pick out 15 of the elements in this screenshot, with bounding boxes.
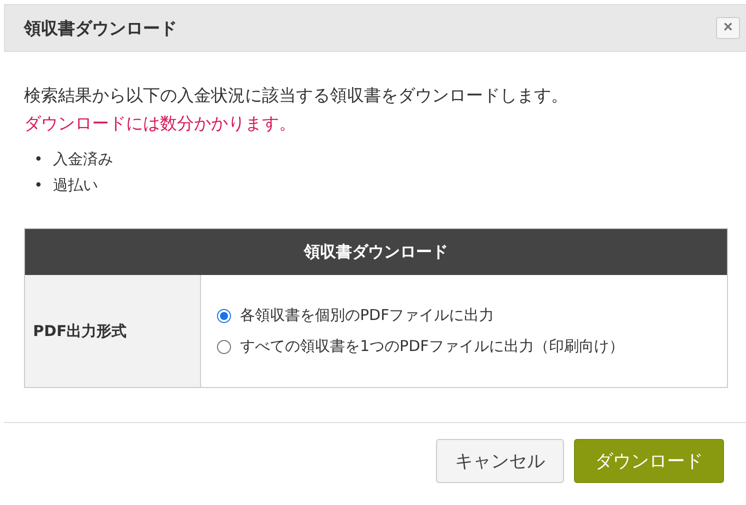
status-item: 入金済み (52, 149, 113, 170)
dialog-title: 領収書ダウンロード (24, 18, 177, 40)
option-label[interactable]: 各領収書を個別のPDFファイルに出力 (240, 306, 494, 325)
radio-button[interactable] (217, 308, 231, 322)
list-bullet: • (34, 149, 43, 170)
cancel-button[interactable]: キャンセル (436, 439, 564, 483)
option-label[interactable]: すべての領収書を1つのPDFファイルに出力（印刷向け） (240, 337, 624, 356)
row-label: PDF出力形式 (25, 275, 201, 387)
message-text: 検索結果から以下の入金状況に該当する領収書をダウンロードします。 (24, 85, 569, 108)
warning-text: ダウンロードには数分かかります。 (24, 113, 297, 136)
status-item: 過払い (52, 175, 98, 196)
radio-button[interactable] (217, 340, 231, 354)
close-button[interactable]: × (716, 17, 740, 39)
table-heading: 領収書ダウンロード (25, 229, 727, 275)
list-bullet: • (34, 175, 43, 196)
